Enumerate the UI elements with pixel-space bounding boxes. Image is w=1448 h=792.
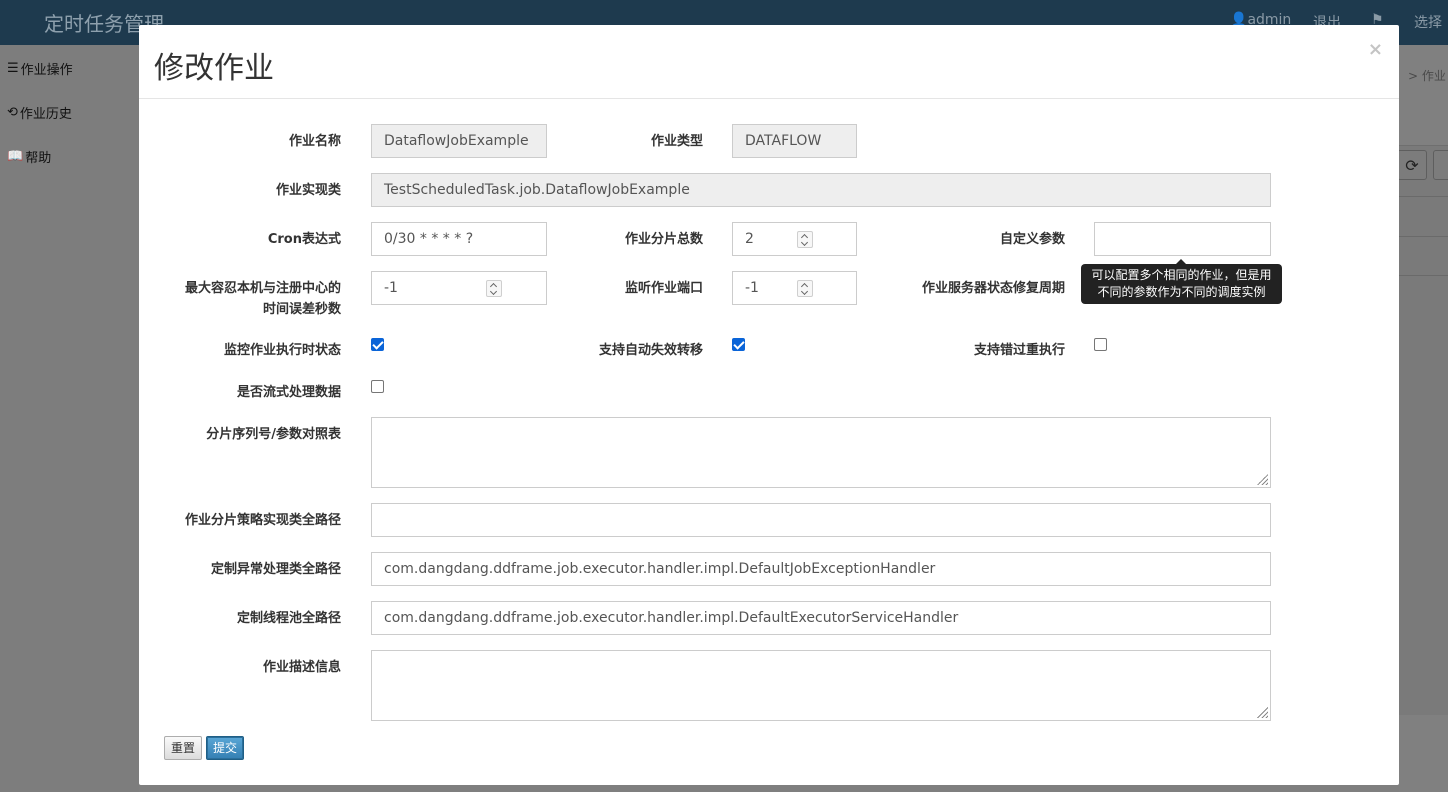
sharding-total-value: 2 xyxy=(745,231,754,247)
job-type-label: 作业类型 xyxy=(650,134,703,149)
job-parameter-input[interactable] xyxy=(1094,222,1271,256)
cron-input[interactable]: 0/30 * * * * ? xyxy=(371,222,547,256)
toolbar-button[interactable] xyxy=(1433,150,1448,180)
streaming-process-label: 是否流式处理数据 xyxy=(236,385,341,400)
description-label: 作业描述信息 xyxy=(262,660,341,675)
sidebar-item-job-history[interactable]: ⟲ 作业历史 xyxy=(7,103,72,122)
breadcrumb: > 作业 xyxy=(1408,69,1446,83)
executor-handler-label: 定制线程池全路径 xyxy=(236,611,341,626)
refresh-icon[interactable]: ⟳ xyxy=(1397,150,1427,180)
failover-label: 支持自动失效转移 xyxy=(598,343,703,358)
sharding-params-textarea[interactable] xyxy=(371,417,1271,488)
modal-title: 修改作业 xyxy=(154,51,274,86)
reconcile-interval-label: 作业服务器状态修复周期 xyxy=(921,281,1065,296)
sharding-strategy-input[interactable] xyxy=(371,503,1271,537)
job-class-input[interactable]: TestScheduledTask.job.DataflowJobExample xyxy=(371,173,1271,207)
monitor-execution-checkbox[interactable] xyxy=(371,338,384,351)
misfire-checkbox[interactable] xyxy=(1094,338,1107,351)
job-parameter-label: 自定义参数 xyxy=(999,232,1065,247)
spinner-icon[interactable] xyxy=(486,280,502,297)
exception-handler-label: 定制异常处理类全路径 xyxy=(210,562,341,577)
sharding-total-stepper[interactable]: 2 xyxy=(732,222,857,256)
job-type-input[interactable]: DATAFLOW xyxy=(732,124,857,158)
job-parameter-tooltip: 可以配置多个相同的作业，但是用 不同的参数作为不同的调度实例 xyxy=(1081,259,1282,304)
monitor-execution-label: 监控作业执行时状态 xyxy=(223,343,341,358)
max-time-diff-stepper[interactable]: -1 xyxy=(371,271,547,305)
sharding-params-label: 分片序列号/参数对照表 xyxy=(206,427,341,442)
monitor-port-stepper[interactable]: -1 xyxy=(732,271,857,305)
resize-handle-icon[interactable] xyxy=(1257,474,1268,485)
max-time-diff-value: -1 xyxy=(384,280,398,296)
close-icon[interactable]: × xyxy=(1368,39,1383,60)
background-panel xyxy=(1399,145,1448,715)
sharding-strategy-label: 作业分片策略实现类全路径 xyxy=(184,513,341,528)
choose-menu[interactable]: 选择 xyxy=(1414,12,1442,32)
sidebar-item-help[interactable]: 📖 帮助 xyxy=(7,147,51,166)
description-textarea[interactable] xyxy=(371,650,1271,721)
max-time-diff-label: 最大容忍本机与注册中心的 时间误差秒数 xyxy=(184,281,341,317)
spinner-icon[interactable] xyxy=(797,280,813,297)
modal-header: 修改作业 × xyxy=(139,25,1399,99)
job-name-input[interactable]: DataflowJobExample xyxy=(371,124,547,158)
sidebar-item-job-operations[interactable]: ☰ 作业操作 xyxy=(7,59,73,78)
submit-button[interactable]: 提交 xyxy=(206,736,245,760)
misfire-label: 支持错过重执行 xyxy=(973,343,1065,358)
history-icon: ⟲ xyxy=(7,105,18,120)
streaming-process-checkbox[interactable] xyxy=(371,380,384,393)
job-class-label: 作业实现类 xyxy=(275,183,341,198)
list-icon: ☰ xyxy=(7,61,19,76)
sidebar-item-label: 帮助 xyxy=(25,151,52,166)
exception-handler-input[interactable]: com.dangdang.ddframe.job.executor.handle… xyxy=(371,552,1271,586)
spinner-icon[interactable] xyxy=(797,231,813,248)
table-divider xyxy=(1399,236,1448,237)
monitor-port-value: -1 xyxy=(745,280,759,296)
sidebar: ☰ 作业操作 ⟲ 作业历史 📖 帮助 xyxy=(0,45,139,792)
monitor-port-label: 监听作业端口 xyxy=(624,281,703,296)
reset-button[interactable]: 重置 xyxy=(164,736,203,760)
book-icon: 📖 xyxy=(7,149,24,164)
cron-label: Cron表达式 xyxy=(267,232,341,247)
job-name-label: 作业名称 xyxy=(288,134,341,149)
sidebar-item-label: 作业操作 xyxy=(20,63,73,78)
sidebar-item-label: 作业历史 xyxy=(19,107,72,122)
table-divider xyxy=(1399,275,1448,276)
table-divider xyxy=(1399,196,1448,197)
resize-handle-icon[interactable] xyxy=(1257,707,1268,718)
failover-checkbox[interactable] xyxy=(732,338,745,351)
sharding-total-label: 作业分片总数 xyxy=(624,232,703,247)
executor-handler-input[interactable]: com.dangdang.ddframe.job.executor.handle… xyxy=(371,601,1271,635)
